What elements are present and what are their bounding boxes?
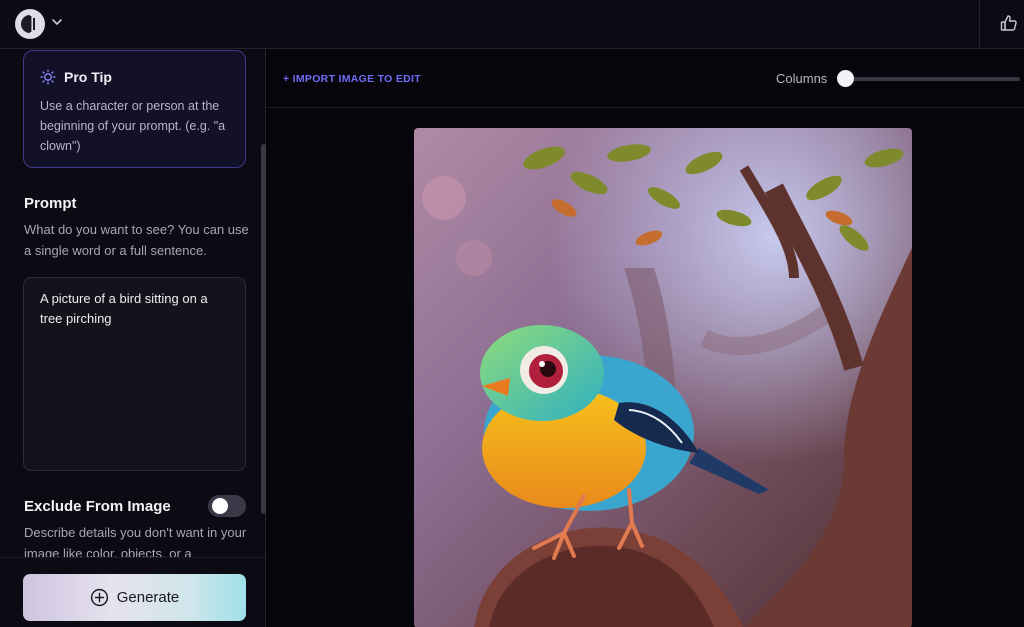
- sidebar: Pro Tip Use a character or person at the…: [0, 49, 266, 627]
- pro-tip-card: Pro Tip Use a character or person at the…: [23, 50, 246, 168]
- exclude-description: Describe details you don't want in your …: [24, 525, 247, 557]
- main-area: + IMPORT IMAGE TO EDIT Columns: [266, 49, 1024, 627]
- pro-tip-text: Use a character or person at the beginni…: [40, 99, 226, 153]
- generate-label: Generate: [116, 589, 180, 606]
- logo-icon[interactable]: [15, 9, 45, 39]
- chevron-down-icon[interactable]: [50, 15, 64, 29]
- generate-button[interactable]: Generate: [23, 574, 246, 621]
- prompt-title: Prompt: [24, 195, 77, 212]
- main-toolbar: + IMPORT IMAGE TO EDIT Columns: [266, 49, 1024, 108]
- pro-tip-title: Pro Tip: [64, 69, 112, 85]
- lightbulb-icon: [40, 69, 56, 85]
- exclude-title: Exclude From Image: [24, 498, 171, 515]
- header-divider: [979, 0, 980, 48]
- sidebar-scroll-area: Pro Tip Use a character or person at the…: [0, 49, 262, 557]
- generated-image[interactable]: [414, 128, 912, 627]
- plus-circle-icon: [90, 588, 108, 607]
- columns-slider-thumb[interactable]: [837, 70, 854, 87]
- prompt-description: What do you want to see? You can use a s…: [24, 222, 249, 258]
- sidebar-footer: Generate: [0, 557, 265, 627]
- columns-label: Columns: [776, 71, 828, 86]
- thumbs-up-icon[interactable]: [999, 13, 1019, 33]
- exclude-toggle[interactable]: [208, 495, 246, 517]
- columns-slider-track[interactable]: [841, 77, 1020, 81]
- toggle-knob: [212, 498, 228, 514]
- prompt-input[interactable]: A picture of a bird sitting on a tree pi…: [23, 277, 246, 471]
- import-image-link[interactable]: + IMPORT IMAGE TO EDIT: [283, 73, 421, 85]
- top-bar: [0, 0, 1024, 49]
